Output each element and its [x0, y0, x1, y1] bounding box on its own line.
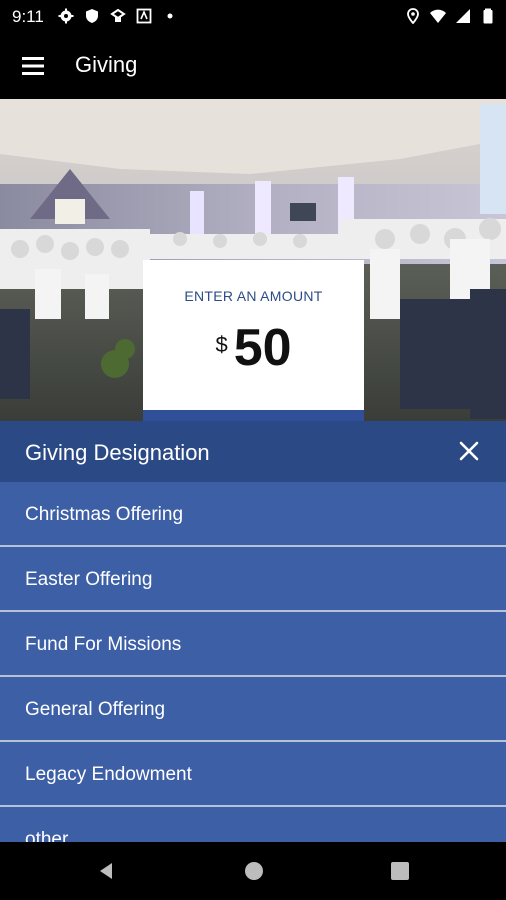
- currency-symbol: $: [215, 332, 228, 357]
- signal-icon: [456, 9, 470, 23]
- app-bar: Giving: [0, 33, 506, 99]
- designation-list: Christmas Offering Easter Offering Fund …: [0, 482, 506, 842]
- location-icon: [407, 8, 419, 24]
- designation-item-general-offering[interactable]: General Offering: [0, 677, 506, 742]
- designation-item-label: Christmas Offering: [25, 504, 184, 525]
- designation-header: Giving Designation: [0, 421, 506, 482]
- designation-item-fund-for-missions[interactable]: Fund For Missions: [0, 612, 506, 677]
- app-icon: [136, 8, 152, 24]
- designation-sheet: Giving Designation Christmas Offering Ea…: [0, 421, 506, 842]
- designation-item-label: Easter Offering: [25, 569, 153, 590]
- amount-value[interactable]: 50: [234, 318, 292, 378]
- card-accent-bar: [143, 410, 364, 421]
- status-icons-right: [405, 8, 496, 24]
- battery-icon: [483, 8, 493, 24]
- amount-card[interactable]: ENTER AN AMOUNT $50: [143, 260, 364, 421]
- amount-label: ENTER AN AMOUNT: [184, 288, 323, 304]
- navigation-bar: [0, 842, 506, 900]
- designation-item-label: Fund For Missions: [25, 634, 182, 655]
- status-icons-left: [58, 8, 178, 24]
- designation-item-legacy-endowment[interactable]: Legacy Endowment: [0, 742, 506, 807]
- designation-item-label: General Offering: [25, 699, 166, 720]
- designation-item-christmas-offering[interactable]: Christmas Offering: [0, 482, 506, 547]
- designation-item-easter-offering[interactable]: Easter Offering: [0, 547, 506, 612]
- status-time: 9:11: [12, 7, 44, 26]
- home-icon[interactable]: [244, 861, 264, 881]
- close-icon[interactable]: [458, 440, 480, 462]
- designation-item-label: other: [25, 829, 69, 842]
- amount-input[interactable]: $50: [143, 318, 364, 378]
- dot-icon: [167, 13, 173, 19]
- designation-item-other[interactable]: other: [0, 807, 506, 842]
- status-bar: 9:11: [0, 0, 506, 33]
- menu-icon[interactable]: [20, 53, 46, 79]
- sync-icon: [110, 8, 126, 22]
- page-title: Giving: [75, 52, 138, 77]
- wifi-icon: [430, 9, 446, 23]
- shield-icon: [86, 9, 98, 23]
- designation-title: Giving Designation: [25, 440, 210, 465]
- settings-icon: [58, 8, 74, 24]
- back-icon[interactable]: [96, 861, 116, 881]
- recents-icon[interactable]: [390, 861, 410, 881]
- designation-item-label: Legacy Endowment: [25, 764, 192, 785]
